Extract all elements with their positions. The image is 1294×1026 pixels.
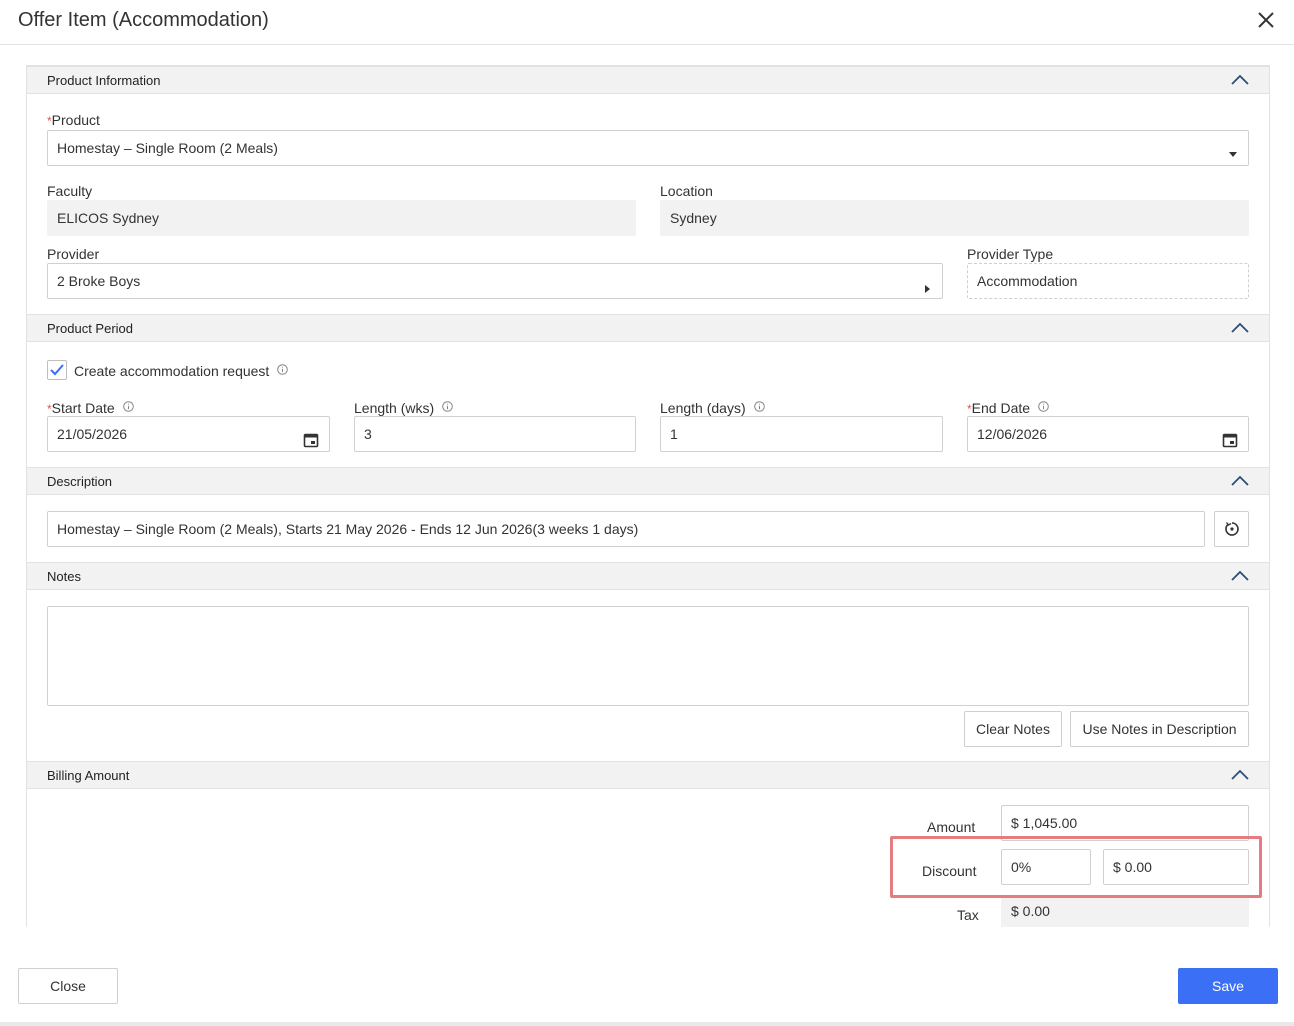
refresh-icon [1224, 522, 1239, 536]
calendar-icon[interactable] [1222, 426, 1238, 451]
length-days-label: Length (days) [660, 399, 765, 416]
start-date-label: *Start Date [47, 399, 134, 416]
discount-amount-input[interactable]: $ 0.00 [1103, 849, 1249, 885]
location-field: Sydney [660, 200, 1249, 236]
close-button[interactable]: Close [18, 968, 118, 1004]
notes-textarea[interactable] [47, 606, 1249, 706]
chevron-up-icon[interactable] [1231, 73, 1249, 87]
use-notes-in-description-button[interactable]: Use Notes in Description [1070, 711, 1249, 747]
tax-label: Tax [957, 907, 979, 923]
provider-label: Provider [47, 246, 100, 262]
save-button[interactable]: Save [1178, 968, 1278, 1004]
length-wks-input[interactable]: 3 [354, 416, 636, 452]
section-title: Billing Amount [47, 768, 130, 783]
check-icon [50, 364, 64, 376]
discount-percent-input[interactable]: 0% [1001, 849, 1091, 885]
info-icon [753, 399, 765, 412]
create-accommodation-request-checkbox[interactable] [47, 360, 67, 380]
chevron-up-icon[interactable] [1231, 569, 1249, 583]
section-title: Product Information [47, 73, 161, 88]
provider-type-field: Accommodation [967, 263, 1249, 299]
create-accommodation-request-label: Create accommodation request [74, 362, 289, 379]
product-select[interactable]: Homestay – Single Room (2 Meals) [47, 130, 1249, 166]
info-icon [122, 399, 134, 412]
modal-header: Offer Item (Accommodation) [0, 0, 1294, 45]
chevron-up-icon[interactable] [1231, 321, 1249, 335]
section-title: Description [47, 474, 113, 489]
end-date-label: *End Date [967, 399, 1049, 416]
section-product-period[interactable]: Product Period [27, 314, 1269, 342]
section-description[interactable]: Description [27, 467, 1269, 495]
info-icon [277, 362, 289, 375]
length-days-input[interactable]: 1 [660, 416, 943, 452]
product-label: *Product [47, 112, 100, 128]
modal-title: Offer Item (Accommodation) [18, 9, 269, 31]
section-title: Product Period [47, 321, 133, 336]
length-wks-label: Length (wks) [354, 399, 453, 416]
section-product-information[interactable]: Product Information [27, 66, 1269, 94]
section-billing-amount[interactable]: Billing Amount [27, 761, 1269, 789]
bottom-strip [0, 1022, 1294, 1026]
faculty-field: ELICOS Sydney [47, 200, 636, 236]
section-title: Notes [47, 569, 81, 584]
info-icon [1038, 399, 1049, 412]
form-content: Product Information *Product Homestay – … [26, 65, 1270, 927]
location-label: Location [660, 183, 713, 199]
caret-down-icon [1228, 140, 1238, 165]
amount-label: Amount [927, 819, 976, 835]
chevron-up-icon[interactable] [1231, 768, 1249, 782]
tax-field: $ 0.00 [1001, 895, 1249, 927]
provider-type-label: Provider Type [967, 246, 1054, 262]
start-date-input[interactable]: 21/05/2026 [47, 416, 330, 452]
caret-right-icon [922, 274, 932, 298]
info-icon [442, 399, 453, 412]
reset-description-button[interactable] [1214, 511, 1249, 547]
description-input[interactable]: Homestay – Single Room (2 Meals), Starts… [47, 511, 1205, 547]
calendar-icon[interactable] [303, 426, 319, 451]
discount-label: Discount [922, 863, 977, 879]
section-notes[interactable]: Notes [27, 562, 1269, 590]
clear-notes-button[interactable]: Clear Notes [964, 711, 1062, 747]
provider-select[interactable]: 2 Broke Boys [47, 263, 943, 299]
faculty-label: Faculty [47, 183, 93, 199]
close-icon[interactable] [1254, 8, 1278, 32]
chevron-up-icon[interactable] [1231, 474, 1249, 488]
end-date-input[interactable]: 12/06/2026 [967, 416, 1249, 452]
amount-input[interactable]: $ 1,045.00 [1001, 805, 1249, 841]
